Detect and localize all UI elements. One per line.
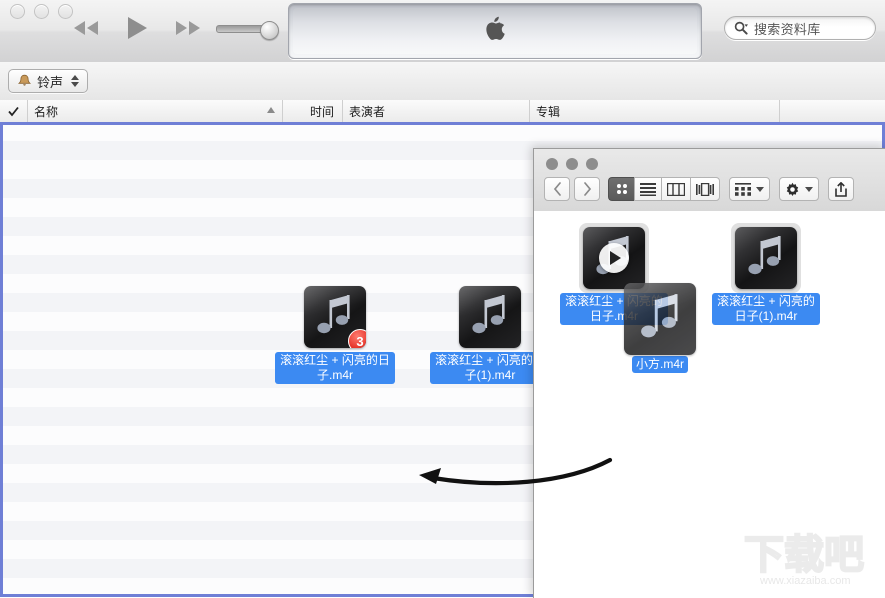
music-note-icon [638, 293, 684, 345]
share-icon [834, 182, 848, 197]
music-note-icon [315, 294, 355, 340]
media-picker-button[interactable]: 铃声 [8, 69, 88, 93]
coverflow-view-icon [696, 183, 714, 196]
chevron-left-icon [553, 182, 562, 196]
chevron-right-icon [583, 182, 592, 196]
minimize-button[interactable] [34, 4, 49, 19]
finder-window: 滚滚红尘 + 闪亮的日子.m4r 滚滚红尘 + 闪亮的日子(1).m4r [533, 148, 885, 598]
search-input[interactable]: 搜索资料库 [724, 16, 876, 40]
rewind-icon[interactable] [70, 14, 102, 42]
finder-close-button[interactable] [546, 158, 558, 170]
apple-logo [480, 13, 510, 49]
gear-icon [785, 182, 800, 197]
view-column-button[interactable] [661, 177, 690, 201]
finder-zoom-button[interactable] [586, 158, 598, 170]
view-list-button[interactable] [634, 177, 661, 201]
column-header-name[interactable]: 名称 [28, 100, 283, 122]
search-placeholder: 搜索资料库 [754, 19, 821, 38]
play-overlay-icon[interactable] [599, 243, 629, 273]
finder-item-2[interactable]: 滚滚红尘 + 闪亮的日子(1).m4r [712, 223, 820, 325]
dragged-file-label: 滚滚红尘 + 闪亮的日子(1).m4r [430, 352, 550, 384]
track-list-header: 名称 时间 表演者 专辑 [0, 100, 885, 123]
dragged-file-label: 滚滚红尘 + 闪亮的日子.m4r [275, 352, 395, 384]
finder-toolbar [544, 177, 854, 201]
m4r-file-icon [459, 286, 521, 348]
column-header-check[interactable] [0, 100, 28, 122]
finder-traffic-lights [546, 158, 598, 170]
icon-view-icon [615, 182, 629, 196]
search-icon [734, 21, 748, 35]
column-label-album: 专辑 [536, 103, 560, 120]
drag-count-badge: 3 [348, 329, 366, 348]
finder-item-label: 滚滚红尘 + 闪亮的日子(1).m4r [712, 293, 820, 325]
transport-controls [70, 14, 204, 42]
volume-knob[interactable] [260, 21, 279, 40]
chevron-down-icon [756, 187, 764, 192]
chevron-down-icon [805, 187, 813, 192]
share-button[interactable] [828, 177, 854, 201]
list-view-icon [640, 183, 656, 196]
m4r-file-icon [583, 227, 645, 289]
itunes-toolbar: 铃声 铃声 iPhone iTu [0, 62, 885, 101]
m4r-file-icon [735, 227, 797, 289]
volume-slider[interactable] [216, 21, 278, 35]
music-note-icon [470, 294, 510, 340]
media-picker-label: 铃声 [37, 72, 63, 91]
column-label-artist: 表演者 [349, 103, 385, 120]
drag-ghost-item[interactable]: 小方.m4r [605, 283, 715, 373]
finder-icon-view[interactable]: 滚滚红尘 + 闪亮的日子.m4r 滚滚红尘 + 闪亮的日子(1).m4r [534, 211, 885, 598]
m4r-file-icon [624, 283, 696, 355]
arrange-icon [735, 183, 751, 196]
back-button[interactable] [544, 177, 570, 201]
column-header-artist[interactable]: 表演者 [343, 100, 530, 122]
display-inner [293, 8, 697, 54]
finder-minimize-button[interactable] [566, 158, 578, 170]
arrange-button[interactable] [729, 177, 770, 201]
itunes-display-panel [288, 3, 702, 59]
track-list-row[interactable] [0, 122, 885, 141]
m4r-file-icon: 3 [304, 286, 366, 348]
music-note-icon [746, 235, 786, 281]
dragged-file-2[interactable]: 滚滚红尘 + 闪亮的日子(1).m4r [430, 286, 550, 384]
window-traffic-lights [10, 4, 73, 19]
forward-button[interactable] [574, 177, 600, 201]
bell-icon [17, 74, 32, 88]
action-button[interactable] [779, 177, 819, 201]
column-view-icon [667, 183, 685, 196]
view-coverflow-button[interactable] [690, 177, 720, 201]
close-button[interactable] [10, 4, 25, 19]
column-label-name: 名称 [34, 103, 58, 120]
drag-ghost-label: 小方.m4r [632, 356, 688, 373]
fast-forward-icon[interactable] [172, 14, 204, 42]
column-header-time[interactable]: 时间 [283, 100, 343, 122]
finder-titlebar [534, 149, 885, 212]
view-mode-segmented-control [608, 177, 720, 201]
column-label-time: 时间 [310, 103, 334, 120]
play-icon[interactable] [121, 14, 153, 42]
view-icon-grid-button[interactable] [608, 177, 634, 201]
stepper-icon[interactable] [71, 75, 79, 87]
finder-item-icon-wrap [731, 223, 801, 293]
column-header-album[interactable]: 专辑 [530, 100, 780, 122]
dragged-file-1[interactable]: 3 滚滚红尘 + 闪亮的日子.m4r [275, 286, 395, 384]
itunes-titlebar: 搜索资料库 [0, 0, 885, 63]
sort-ascending-icon [267, 107, 275, 113]
